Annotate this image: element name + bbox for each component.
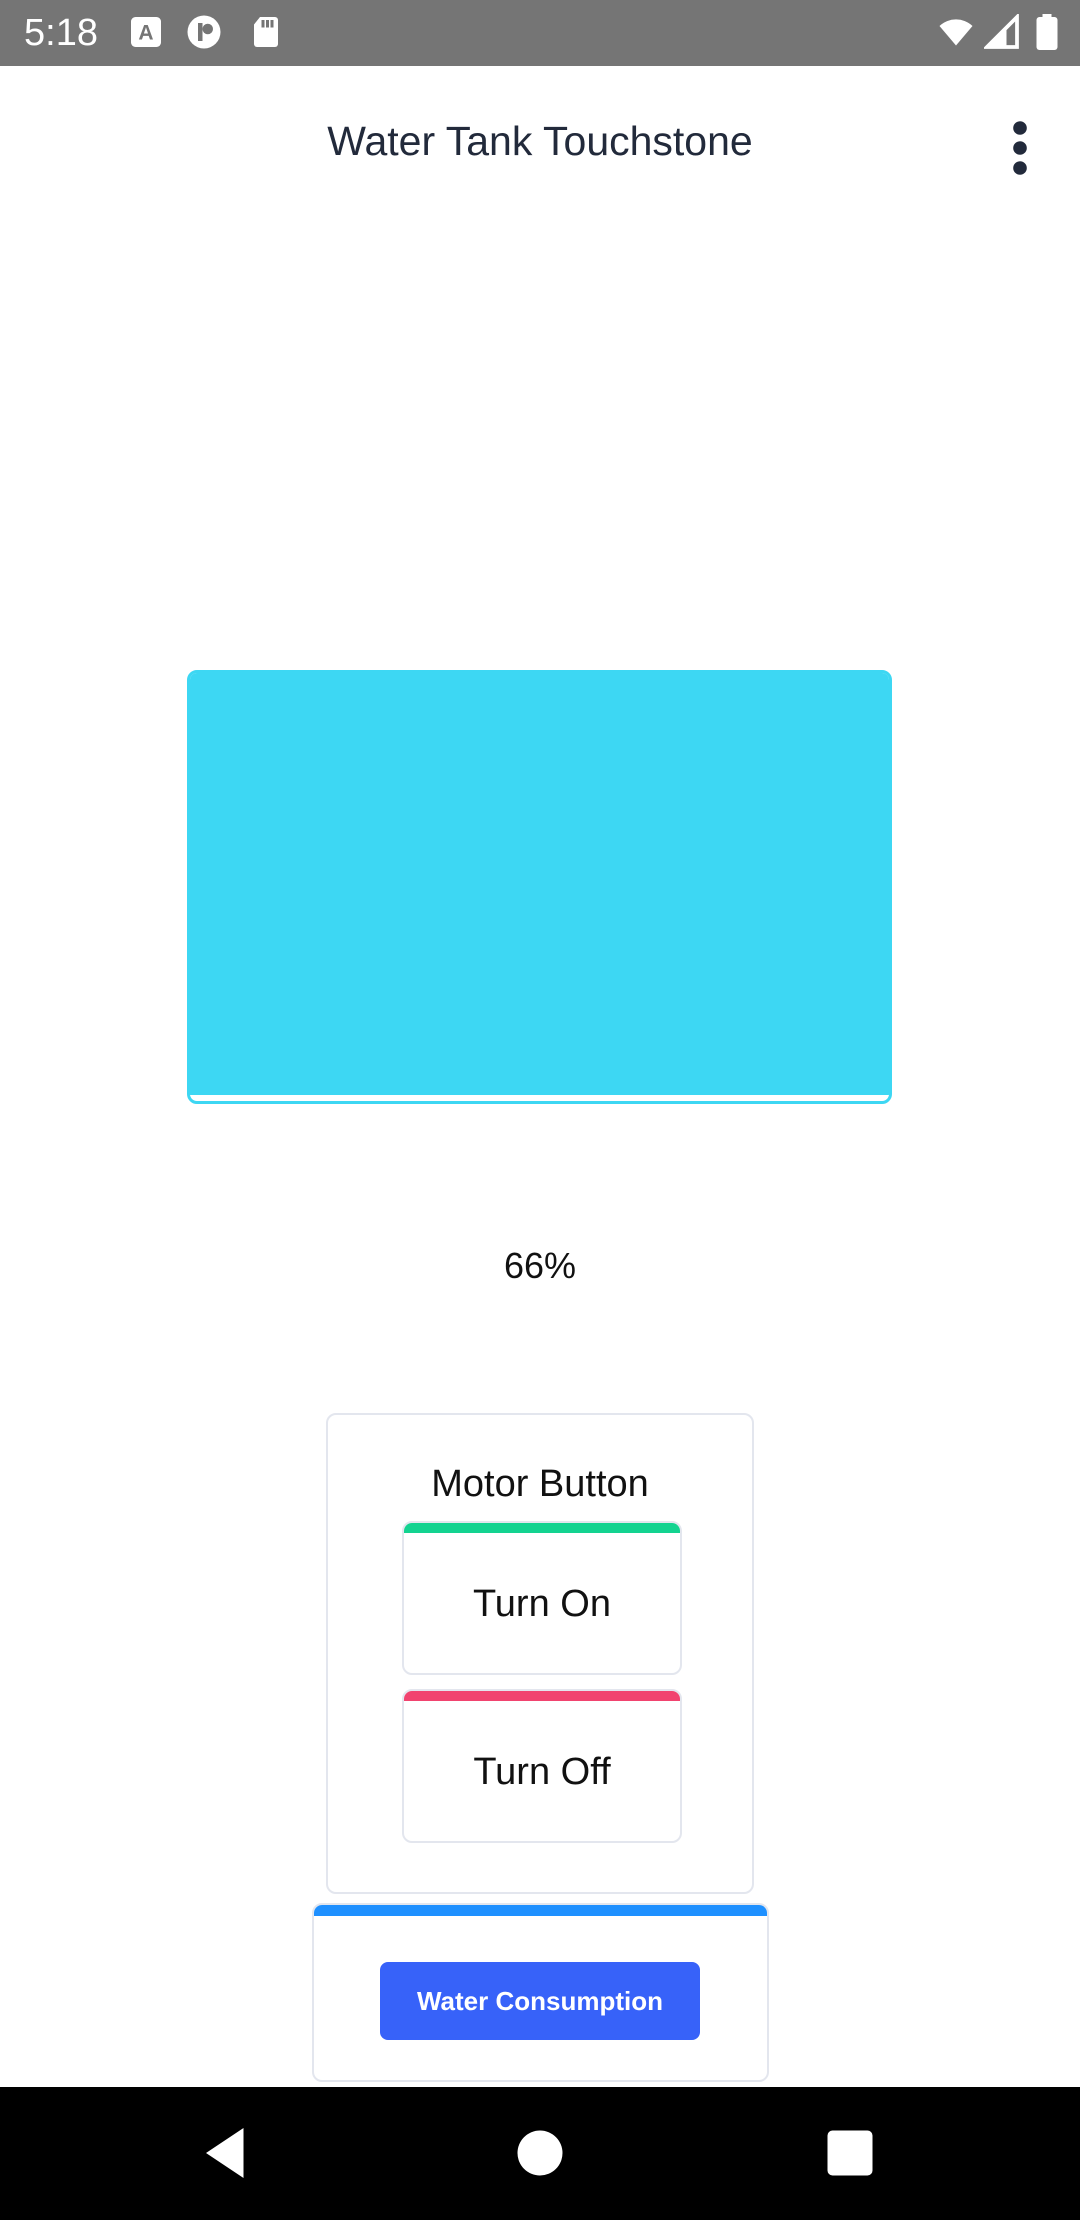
battery-icon: [1034, 14, 1060, 50]
turn-on-label: Turn On: [473, 1583, 611, 1625]
status-time: 5:18: [24, 12, 98, 54]
page-title: Water Tank Touchstone: [327, 118, 753, 164]
navigation-bar: [0, 2087, 1080, 2220]
home-icon: [517, 2130, 563, 2176]
consumption-card: Water Consumption: [312, 1903, 769, 2082]
turn-off-label: Turn Off: [473, 1751, 611, 1793]
water-level-fill: [190, 673, 889, 1095]
wifi-icon: [934, 14, 978, 50]
signal-icon: [984, 14, 1020, 50]
screen: 5:18 A Water Tank Touchstone 66% Motor B…: [0, 0, 1080, 2220]
motor-card: Motor Button Turn On Turn Off: [326, 1413, 754, 1894]
status-bar: 5:18 A: [0, 0, 1080, 66]
text-a-icon: A: [128, 14, 164, 50]
turn-off-accent-bar: [404, 1691, 680, 1701]
water-level-percent: 66%: [503, 1245, 577, 1286]
recents-icon: [827, 2130, 873, 2176]
turn-on-button[interactable]: Turn On: [402, 1521, 682, 1675]
water-consumption-button[interactable]: Water Consumption: [380, 1962, 700, 2040]
app-header: Water Tank Touchstone: [0, 66, 1080, 226]
home-button[interactable]: [510, 2123, 570, 2183]
turn-on-accent-bar: [404, 1523, 680, 1533]
turn-off-button[interactable]: Turn Off: [402, 1689, 682, 1843]
sd-card-icon: [248, 14, 284, 50]
svg-text:A: A: [138, 22, 153, 45]
water-tank: [187, 670, 892, 1104]
back-icon: [206, 2128, 244, 2178]
podcast-icon: [186, 14, 222, 50]
back-button[interactable]: [196, 2123, 256, 2183]
motor-title: Motor Button: [431, 1463, 649, 1505]
recents-button[interactable]: [820, 2123, 880, 2183]
more-options-button[interactable]: [990, 110, 1050, 186]
more-vert-icon: [1013, 121, 1027, 175]
consumption-accent-bar: [314, 1905, 767, 1916]
